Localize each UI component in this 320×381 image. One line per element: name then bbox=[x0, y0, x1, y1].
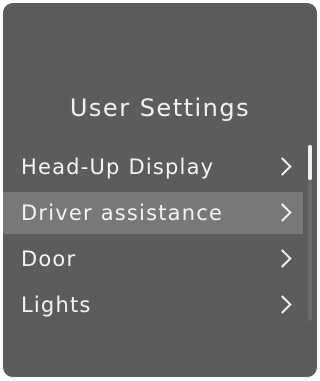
menu-item-driver-assistance[interactable]: Driver assistance bbox=[3, 192, 303, 234]
chevron-right-icon bbox=[273, 295, 292, 314]
menu-item-lights[interactable]: Lights bbox=[3, 282, 303, 328]
menu-item-label: Head-Up Display bbox=[21, 155, 215, 179]
menu-item-label: Lights bbox=[21, 293, 92, 317]
menu-item-door[interactable]: Door bbox=[3, 236, 303, 282]
menu-scrollbar[interactable] bbox=[308, 145, 312, 321]
chevron-right-icon bbox=[273, 203, 292, 222]
settings-menu: Head-Up Display Driver assistance Door L… bbox=[3, 144, 317, 328]
screen-title: User Settings bbox=[69, 94, 251, 122]
scrollbar-thumb[interactable] bbox=[308, 145, 312, 180]
chevron-right-icon bbox=[273, 249, 292, 268]
menu-item-label: Driver assistance bbox=[21, 201, 224, 225]
settings-screen: User Settings Head-Up Display Driver ass… bbox=[3, 3, 317, 377]
menu-item-head-up-display[interactable]: Head-Up Display bbox=[3, 144, 303, 190]
menu-item-label: Door bbox=[21, 247, 77, 271]
chevron-right-icon bbox=[273, 157, 292, 176]
